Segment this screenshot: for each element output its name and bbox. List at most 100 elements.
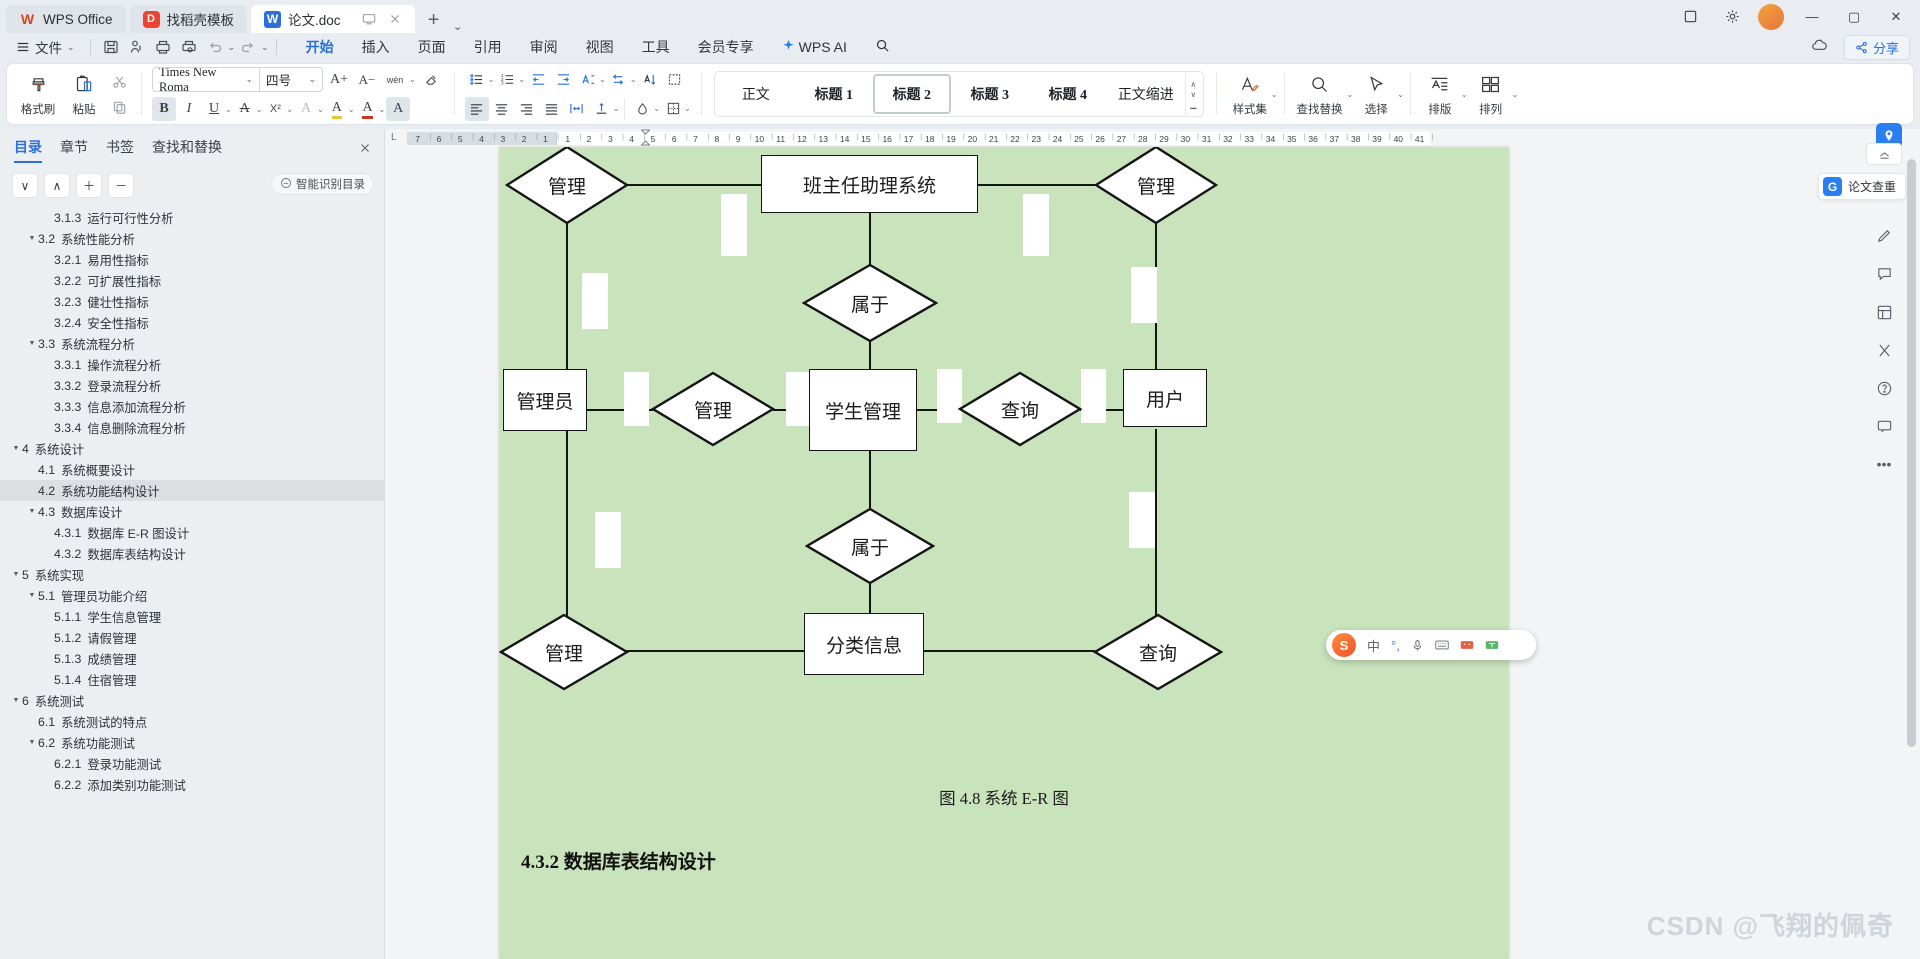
toc-item[interactable]: ▼ 3.3 系统流程分析: [0, 333, 384, 354]
paste-button[interactable]: 粘贴: [61, 66, 107, 122]
grow-font-button[interactable]: A+: [327, 68, 351, 92]
minimize-button[interactable]: —: [1792, 2, 1832, 32]
layers-icon[interactable]: [1871, 301, 1897, 323]
superscript-button[interactable]: X²: [263, 97, 287, 121]
find-replace-button[interactable]: 查找替换: [1291, 66, 1349, 122]
toc-item[interactable]: ▼ 6.2 系统功能测试: [0, 732, 384, 753]
collapse-rail-button[interactable]: [1866, 143, 1902, 165]
toc-item[interactable]: ▼3.3.1操作流程分析: [0, 354, 384, 375]
font-color-button[interactable]: A: [356, 97, 380, 121]
toc-item[interactable]: ▼3.2.1易用性指标: [0, 249, 384, 270]
save-icon[interactable]: [98, 36, 124, 58]
er-relationship-belongs-2[interactable]: 属于: [805, 507, 935, 585]
er-relationship-manage-3[interactable]: 管理: [651, 371, 775, 447]
bold-button[interactable]: B: [152, 97, 176, 121]
chevron-down-icon[interactable]: ⌄: [1271, 90, 1278, 99]
chevron-down-icon[interactable]: ⌄: [379, 105, 386, 114]
chevron-down-icon[interactable]: ⌄: [256, 105, 263, 114]
chevron-down-icon[interactable]: ⌄: [286, 105, 293, 114]
toc-collapse-all-button[interactable]: ∧: [44, 173, 70, 198]
ruler-text-area[interactable]: 1234567891011121314151617181920212223242…: [556, 132, 1434, 145]
undo-icon[interactable]: [202, 36, 228, 58]
er-entity-admin[interactable]: 管理员: [503, 369, 587, 431]
toc-item[interactable]: ▼ 5 系统实现: [0, 564, 384, 585]
file-menu-button[interactable]: 文件 ⌄: [8, 35, 83, 59]
shading-button[interactable]: [630, 97, 654, 121]
style-item-heading2[interactable]: 标题 2: [872, 74, 951, 114]
toc-expand-arrow-icon[interactable]: ▼: [10, 445, 22, 452]
align-center-button[interactable]: [490, 97, 514, 121]
er-relationship-query-1[interactable]: 查询: [958, 371, 1082, 447]
chevron-down-icon[interactable]: ∨: [1190, 90, 1196, 99]
vertical-scrollbar[interactable]: [1907, 151, 1916, 955]
toc-item[interactable]: ▼3.3.3信息添加流程分析: [0, 396, 384, 417]
toc-item[interactable]: ▼ 6 系统测试: [0, 690, 384, 711]
toc-item[interactable]: ▼4.3.1数据库 E-R 图设计: [0, 522, 384, 543]
line-spacing-button[interactable]: [607, 68, 631, 92]
toc-item[interactable]: ▼4.1系统概要设计: [0, 459, 384, 480]
chevron-down-icon[interactable]: ⌄: [630, 75, 637, 84]
scrollbar-thumb[interactable]: [1907, 159, 1916, 747]
chevron-down-icon[interactable]: ⌄: [518, 75, 525, 84]
er-relationship-manage-2[interactable]: 管理: [1094, 147, 1218, 225]
er-entity-system[interactable]: 班主任助理系统: [761, 155, 978, 213]
toc-item[interactable]: ▼5.1.1学生信息管理: [0, 606, 384, 627]
menu-item-tools[interactable]: 工具: [628, 34, 684, 60]
chevron-down-icon[interactable]: ⌄: [599, 75, 606, 84]
distribute-button[interactable]: [565, 97, 589, 121]
customize-chevron-icon[interactable]: ⌄: [261, 42, 269, 53]
toc-item[interactable]: ▼4.3.2数据库表结构设计: [0, 543, 384, 564]
toc-item[interactable]: ▼5.1.2请假管理: [0, 627, 384, 648]
tab-stop-selector-icon[interactable]: L: [391, 132, 397, 143]
toc-expand-arrow-icon[interactable]: ▼: [10, 697, 22, 704]
feedback-icon[interactable]: [1871, 415, 1897, 437]
increase-indent-button[interactable]: [551, 68, 575, 92]
toc-item[interactable]: ▼5.1.3成绩管理: [0, 648, 384, 669]
toc-item[interactable]: ▼3.3.2登录流程分析: [0, 375, 384, 396]
toc-expand-arrow-icon[interactable]: ▼: [10, 571, 22, 578]
chevron-down-icon[interactable]: ⌄: [1512, 90, 1519, 99]
er-entity-user[interactable]: 用户: [1123, 369, 1207, 427]
nav-tab-bookmarks[interactable]: 书签: [106, 137, 134, 162]
menu-item-reference[interactable]: 引用: [460, 34, 516, 60]
toc-item[interactable]: ▼ 4.3 数据库设计: [0, 501, 384, 522]
toc-item[interactable]: ▼ 3.2 系统性能分析: [0, 228, 384, 249]
pinyin-guide-button[interactable]: wén: [383, 68, 407, 92]
style-gallery-scroll[interactable]: ∧ ∨ ▁: [1184, 73, 1201, 115]
nav-tab-find-replace[interactable]: 查找和替换: [152, 137, 222, 162]
clear-formatting-button[interactable]: [420, 68, 444, 92]
chevron-down-icon[interactable]: ⌄: [409, 75, 416, 84]
highlight-button[interactable]: A: [325, 97, 349, 121]
toc-expand-arrow-icon[interactable]: ▼: [26, 592, 38, 599]
toc-item[interactable]: ▼3.1.3运行可行性分析: [0, 207, 384, 228]
style-item-body-indent[interactable]: 正文缩进: [1107, 74, 1185, 114]
copy-icon[interactable]: [107, 95, 131, 119]
numbered-list-button[interactable]: 123: [495, 68, 519, 92]
tab-list-chevron-icon[interactable]: ⌄: [453, 19, 463, 33]
translate-icon[interactable]: [1485, 639, 1499, 651]
menu-item-review[interactable]: 审阅: [516, 34, 572, 60]
toc-item[interactable]: ▼4.2系统功能结构设计: [0, 480, 384, 501]
select-button[interactable]: 选择: [1353, 66, 1399, 122]
style-item-heading3[interactable]: 标题 3: [951, 74, 1029, 114]
window-restore-icon[interactable]: [1670, 2, 1710, 32]
paragraph-spacing-button[interactable]: [590, 97, 614, 121]
menu-search-icon[interactable]: [861, 35, 904, 59]
help-icon[interactable]: [1871, 377, 1897, 399]
chevron-down-icon[interactable]: ⌄: [1461, 90, 1468, 99]
character-shading-button[interactable]: A: [386, 97, 411, 121]
keyboard-icon[interactable]: [1435, 639, 1449, 651]
share-button[interactable]: 分享: [1843, 34, 1910, 60]
toc-item[interactable]: ▼3.3.4信息删除流程分析: [0, 417, 384, 438]
toc-expand-arrow-icon[interactable]: ▼: [26, 508, 38, 515]
text-effect-button[interactable]: A: [294, 97, 318, 121]
sort-button[interactable]: [638, 68, 662, 92]
toc-expand-arrow-icon[interactable]: ▼: [26, 340, 38, 347]
typeset-button[interactable]: 排版: [1417, 66, 1463, 122]
style-set-button[interactable]: 样式集: [1227, 66, 1273, 122]
settings-gear-icon[interactable]: [1712, 2, 1752, 32]
chevron-down-icon[interactable]: ⌄: [488, 75, 495, 84]
toc-item[interactable]: ▼3.2.3健壮性指标: [0, 291, 384, 312]
align-left-button[interactable]: [464, 96, 489, 121]
document-page[interactable]: 班主任助理系统 管理员 学生管理 用户 分类信息 管理 管理 属于 管理 查询 …: [499, 147, 1509, 959]
